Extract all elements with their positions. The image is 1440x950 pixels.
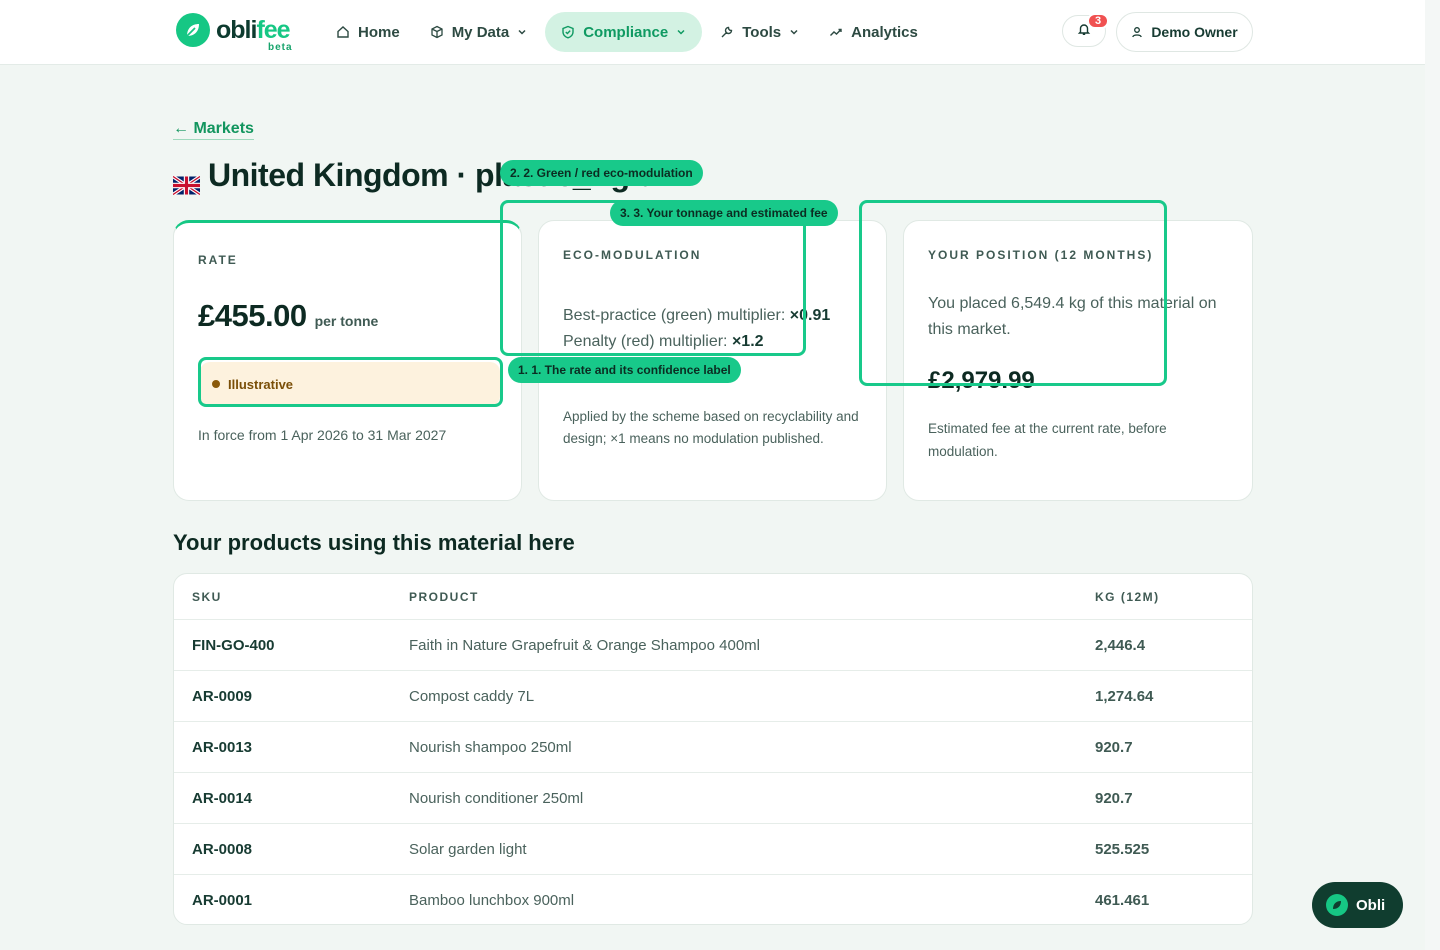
tour-highlight-rate [198,357,503,407]
obli-assistant-label: Obli [1356,896,1386,914]
cell-product: Faith in Nature Grapefruit & Orange Sham… [409,636,761,654]
rate-unit: per tonne [314,313,379,329]
nav-compliance-label: Compliance [583,23,669,41]
leaf-logo-icon [176,13,210,47]
cell-sku: AR-0013 [192,738,253,756]
tour-step-1-tooltip[interactable]: 1. 1. The rate and its confidence label [508,357,741,383]
table-row[interactable]: AR-0008 Solar garden light 525.525 [174,823,1252,874]
table-row[interactable]: AR-0001 Bamboo lunchbox 900ml 461.461 [174,874,1252,924]
cell-product: Compost caddy 7L [409,687,535,705]
nav-my-data[interactable]: My Data [418,12,540,52]
uk-flag-icon [172,166,201,196]
rate-amount: £455.00 [198,298,307,333]
cell-kg: 920.7 [1095,789,1133,807]
cell-kg: 2,446.4 [1095,636,1146,654]
nav-home-label: Home [358,23,400,41]
nav-compliance[interactable]: Compliance [545,12,703,52]
table-row[interactable]: AR-0009 Compost caddy 7L 1,274.64 [174,670,1252,721]
trend-icon [829,25,843,39]
cell-sku: AR-0009 [192,687,253,705]
cell-kg: 461.461 [1095,891,1150,909]
products-table: SKU PRODUCT KG (12M) FIN-GO-400 Faith in… [173,573,1253,925]
user-icon [1131,26,1143,38]
nav-home[interactable]: Home [324,12,412,52]
table-header: SKU PRODUCT KG (12M) [174,574,1252,619]
column-header-product: PRODUCT [409,589,479,604]
tour-step-3-tooltip[interactable]: 3. 3. Your tonnage and estimated fee [610,200,838,226]
beta-tag: beta [268,42,293,53]
nav-my-data-label: My Data [451,23,510,41]
cell-sku: AR-0001 [192,891,253,909]
cell-sku: FIN-GO-400 [192,636,275,654]
table-row[interactable]: FIN-GO-400 Faith in Nature Grapefruit & … [174,619,1252,670]
cell-sku: AR-0014 [192,789,253,807]
table-row[interactable]: AR-0013 Nourish shampoo 250ml 920.7 [174,721,1252,772]
cell-sku: AR-0008 [192,840,253,858]
main-nav: Home My Data Compliance Tools Analytics [324,12,936,52]
cell-kg: 920.7 [1095,738,1133,756]
page-scrollbar[interactable] [1425,0,1440,950]
notification-count-badge: 3 [1087,13,1109,29]
top-navbar: oblifee beta Home My Data Compliance Too… [0,0,1425,65]
cell-product: Solar garden light [409,840,527,858]
chevron-down-icon [789,27,799,37]
rate-card-label: RATE [198,253,238,267]
estimated-fee-note: Estimated fee at the current rate, befor… [928,421,1167,459]
cell-product: Nourish conditioner 250ml [409,789,584,807]
cell-product: Nourish shampoo 250ml [409,738,572,756]
wrench-icon [720,25,734,39]
nav-analytics-label: Analytics [851,23,918,41]
chevron-down-icon [517,27,527,37]
brand-logo[interactable]: oblifee beta [176,13,292,53]
cell-product: Bamboo lunchbox 900ml [409,891,575,909]
column-header-sku: SKU [192,589,222,604]
nav-analytics[interactable]: Analytics [817,12,930,52]
user-name: Demo Owner [1151,24,1238,40]
cube-icon [430,25,444,39]
nav-tools[interactable]: Tools [708,12,811,52]
chevron-down-icon [676,27,686,37]
eco-modulation-note: Applied by the scheme based on recyclabi… [563,409,859,446]
home-icon [336,25,350,39]
tour-highlight-position [859,200,1167,386]
shield-icon [561,25,575,39]
column-header-kg: KG (12M) [1095,589,1160,604]
obli-assistant-button[interactable]: Obli [1312,882,1403,928]
user-menu-button[interactable]: Demo Owner [1116,12,1253,52]
cell-kg: 1,274.64 [1095,687,1154,705]
nav-tools-label: Tools [742,23,782,41]
rate-in-force-dates: In force from 1 Apr 2026 to 31 Mar 2027 [198,427,447,443]
cell-kg: 525.525 [1095,840,1150,858]
leaf-icon [1326,894,1348,916]
back-to-markets-link[interactable]: ← Markets [173,120,254,140]
table-row[interactable]: AR-0014 Nourish conditioner 250ml 920.7 [174,772,1252,823]
tour-step-2-tooltip[interactable]: 2. 2. Green / red eco-modulation [500,160,703,186]
rate-value: £455.00 per tonne [198,298,378,334]
products-section-title: Your products using this material here [173,530,575,555]
